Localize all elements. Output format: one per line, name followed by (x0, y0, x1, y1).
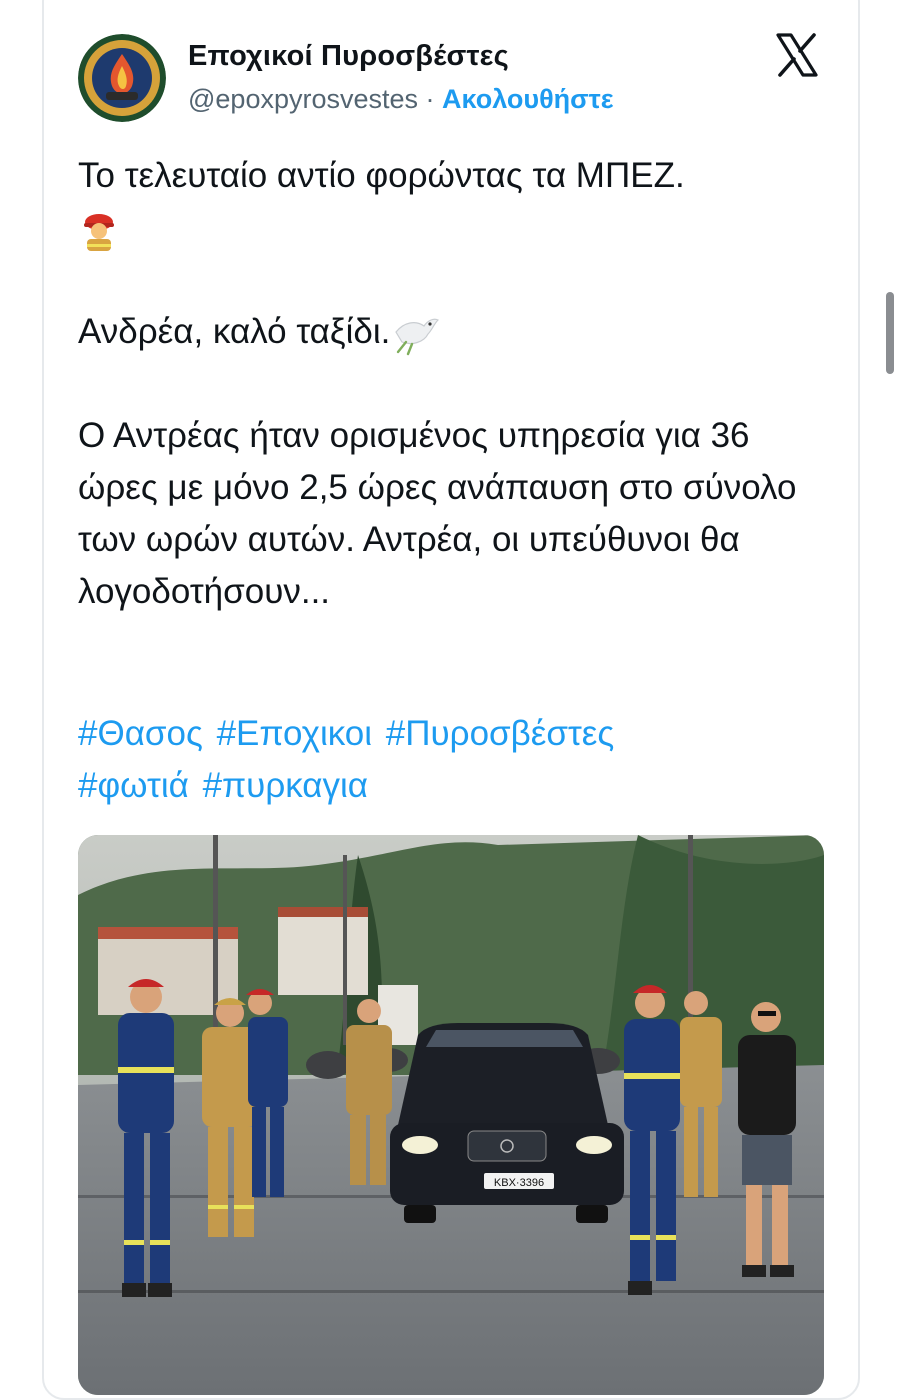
avatar[interactable] (78, 34, 166, 122)
hashtag-list: #Θασος #Εποχικοι #Πυροσβέστες #φωτιά #πυ… (78, 708, 848, 812)
hashtag-link[interactable]: #πυρκαγια (203, 766, 368, 805)
tweet-line: Το τελευταίο αντίο φορώντας τα ΜΠΕΖ. (78, 156, 685, 195)
x-logo-icon[interactable] (772, 30, 822, 80)
dove-emoji-icon (395, 318, 440, 355)
tweet-paragraph-1: Το τελευταίο αντίο φορώντας τα ΜΠΕΖ. (78, 150, 848, 254)
handle-row: @epoxpyrosvestes · Ακολουθήστε (188, 84, 614, 115)
license-plate: ΚΒΧ·3396 (494, 1177, 544, 1189)
hashtag-link[interactable]: #Θασος (78, 714, 203, 753)
scrollbar[interactable] (886, 292, 894, 374)
firefighter-emoji-icon (84, 213, 114, 251)
user-handle[interactable]: @epoxpyrosvestes (188, 84, 418, 114)
tweet-photo[interactable]: ΚΒΧ·3396 (78, 835, 824, 1395)
tweet-line: Ανδρέα, καλό ταξίδι. (78, 312, 391, 351)
hashtag-link[interactable]: #Πυροσβέστες (386, 714, 615, 753)
funeral-procession-photo: ΚΒΧ·3396 (78, 835, 824, 1395)
separator: · (425, 84, 435, 114)
tweet-text: Το τελευταίο αντίο φορώντας τα ΜΠΕΖ. Ανδ… (78, 150, 848, 618)
hashtag-link[interactable]: #φωτιά (78, 766, 189, 805)
tweet-paragraph-2: Ανδρέα, καλό ταξίδι. (78, 306, 848, 358)
follow-link[interactable]: Ακολουθήστε (442, 84, 613, 114)
tweet-header: Εποχικοί Πυροσβέστες @epoxpyrosvestes · … (78, 22, 838, 132)
tweet-paragraph-3: Ο Αντρέας ήταν ορισμένος υπηρεσία για 36… (78, 416, 797, 611)
hashtag-link[interactable]: #Εποχικοι (217, 714, 372, 753)
display-name[interactable]: Εποχικοί Πυροσβέστες (188, 40, 509, 73)
firefighter-badge-icon (78, 34, 166, 122)
